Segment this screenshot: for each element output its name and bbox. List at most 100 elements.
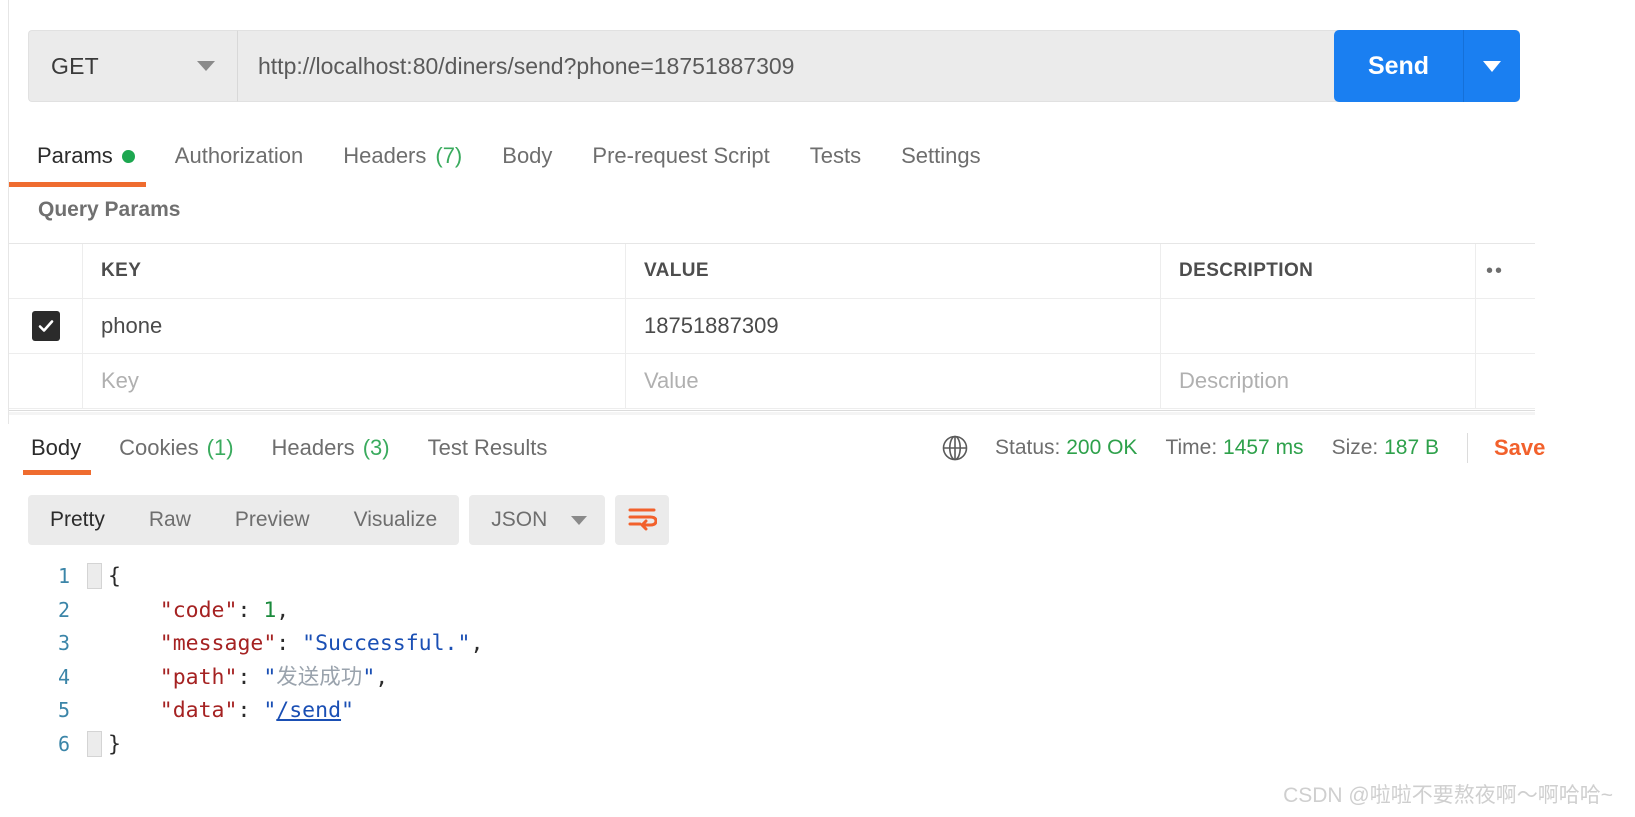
line-number: 3 [57,631,70,655]
response-status-strip: Status: 200 OK Time: 1457 ms Size: 187 B… [940,425,1545,471]
row-checkbox[interactable] [9,299,83,353]
response-tab-cookies[interactable]: Cookies (1) [100,420,252,475]
tab-settings[interactable]: Settings [881,128,1001,184]
code-line: 2 "code": 1, [28,594,1228,628]
code-line: 3 "message": "Successful.", [28,627,1228,661]
response-tab-headers[interactable]: Headers (3) [253,420,409,475]
view-visualize-button[interactable]: Visualize [332,495,460,545]
param-key-input[interactable]: phone [101,313,162,339]
param-value-input[interactable]: 18751887309 [644,313,779,339]
table-header-row: KEY VALUE DESCRIPTION •• [9,244,1535,299]
url-input[interactable]: http://localhost:80/diners/send?phone=18… [238,30,1520,102]
code-text: "message": "Successful.", [159,631,484,656]
response-tab-headers-count: (3) [362,434,390,460]
time-value: 1457 ms [1223,436,1304,459]
postman-request-window: GET http://localhost:80/diners/send?phon… [0,0,1635,817]
line-number: 2 [57,597,70,622]
response-divider [9,410,1535,411]
column-header-value: VALUE [644,260,709,281]
line-number: 4 [57,664,70,689]
tab-pre-request-script[interactable]: Pre-request Script [572,128,789,184]
response-tab-headers-label: Headers [271,434,355,460]
chevron-down-icon [197,61,215,71]
column-header-key: KEY [101,260,142,281]
checkbox-checked-icon [31,311,60,341]
code-text: } [108,731,121,757]
tab-body[interactable]: Body [482,128,572,184]
response-format-label: JSON [491,508,548,531]
send-options-button[interactable] [1464,30,1520,102]
new-param-value-input[interactable]: Value [644,368,699,394]
new-param-key-input[interactable]: Key [101,368,139,394]
response-tab-test-results-label: Test Results [427,434,548,460]
http-method-label: GET [51,52,99,79]
response-body-code[interactable]: 1{2 "code": 1, 3 "message": "Successful."… [28,560,1228,761]
response-tab-test-results[interactable]: Test Results [409,420,567,475]
tab-headers-count: (7) [435,143,463,168]
code-text: { [108,564,121,589]
tab-pre-request-script-label: Pre-request Script [592,143,770,168]
line-number: 6 [57,731,70,756]
size-label: Size: [1331,436,1379,459]
tab-body-label: Body [502,143,553,168]
line-number: 1 [57,564,70,588]
globe-icon[interactable] [940,433,970,463]
query-params-table: KEY VALUE DESCRIPTION •• phone 187518873… [9,243,1535,409]
code-text: "data": "/send" [159,698,354,723]
tab-headers[interactable]: Headers (7) [323,128,482,184]
code-line: 6} [28,728,1228,762]
watermark: CSDN @啦啦不要熬夜啊～啊哈哈~ [1283,784,1613,807]
row-actions-cell-empty [1475,354,1535,408]
tab-authorization[interactable]: Authorization [155,128,323,184]
chevron-down-icon [1483,60,1501,72]
header-checkbox-cell [9,244,83,298]
response-divider-shadow [9,412,1535,415]
line-number: 5 [57,698,70,722]
tab-params-label: Params [37,143,113,168]
response-tab-body-label: Body [31,434,82,460]
size-value: 187 B [1384,436,1439,459]
response-tab-cookies-label: Cookies [119,434,199,460]
chevron-down-icon [571,515,588,525]
send-button[interactable]: Send [1334,30,1464,102]
code-line: 5 "data": "/send" [28,694,1228,728]
code-line: 1{ [28,560,1228,594]
view-pretty-button[interactable]: Pretty [28,495,127,545]
wrap-lines-icon [627,505,658,536]
http-method-selector[interactable]: GET [28,30,238,102]
request-url-bar: GET http://localhost:80/diners/send?phon… [28,30,1520,102]
response-body-toolbar: Pretty Raw Preview Visualize JSON [28,495,670,545]
code-text: "path": "发送成功", [159,664,389,690]
table-row-empty: Key Value Description [9,354,1535,409]
tab-tests[interactable]: Tests [790,128,881,184]
response-link[interactable]: /send [276,698,341,723]
column-header-description: DESCRIPTION [1179,260,1314,281]
response-format-selector[interactable]: JSON [469,495,606,545]
row-actions-cell [1475,299,1535,353]
bulk-edit-button[interactable]: •• [1475,244,1535,298]
tab-params[interactable]: Params [9,128,155,187]
code-line: 4 "path": "发送成功", [28,661,1228,695]
tab-tests-label: Tests [809,143,862,168]
time-label: Time: [1165,436,1218,459]
tab-headers-label: Headers [343,143,427,168]
status-separator [1466,433,1468,463]
view-preview-button[interactable]: Preview [213,495,332,545]
response-tab-body[interactable]: Body [9,420,100,475]
query-params-title: Query Params [38,198,181,221]
new-param-description-input[interactable]: Description [1179,368,1289,394]
response-tab-bar: Body Cookies (1) Headers (3) Test Result… [9,420,566,475]
row-checkbox-empty[interactable] [9,354,83,408]
ellipsis-icon: •• [1486,260,1505,282]
table-row: phone 18751887309 [9,299,1535,354]
response-tab-cookies-count: (1) [206,434,234,460]
status-label: Status: [995,436,1061,459]
view-raw-button[interactable]: Raw [127,495,213,545]
status-value: 200 OK [1066,436,1138,459]
status-group: Status: 200 OK [995,436,1137,460]
request-tab-bar: Params Authorization Headers (7) Body Pr… [9,128,1535,187]
wrap-lines-button[interactable] [615,495,670,545]
save-response-button[interactable]: Save [1494,435,1545,461]
params-modified-dot-icon [121,149,135,163]
tab-authorization-label: Authorization [174,143,304,168]
